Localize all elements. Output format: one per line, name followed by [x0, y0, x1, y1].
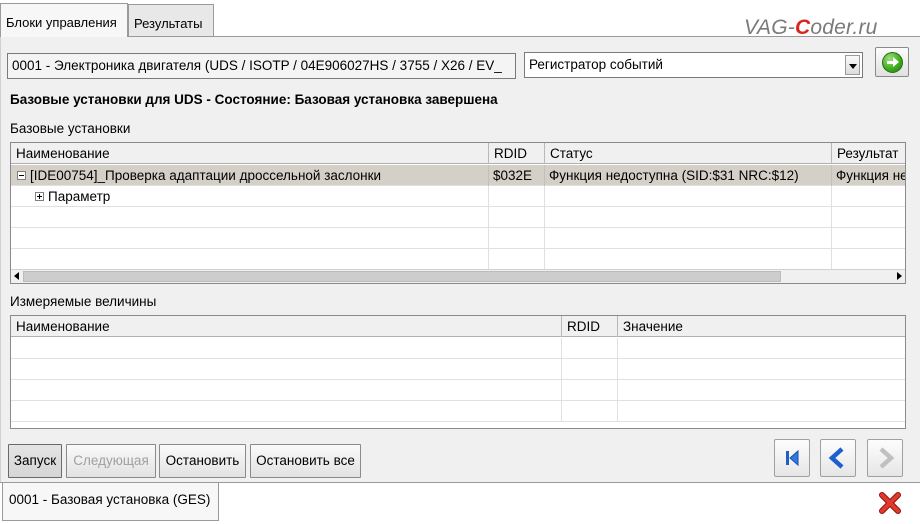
empty-row	[11, 249, 905, 270]
column-header-name[interactable]: Наименование	[11, 143, 489, 164]
next-button[interactable]	[867, 439, 903, 477]
ecu-field[interactable]: 0001 - Электроника двигателя (UDS / ISOT…	[7, 53, 516, 79]
grid-header: Наименование RDID Статус Результат	[11, 143, 905, 164]
scroll-thumb[interactable]	[23, 271, 781, 282]
stop-button[interactable]: Остановить	[159, 444, 246, 478]
status-text: Базовые установки для UDS - Состояние: Б…	[10, 92, 498, 107]
next-icon	[879, 447, 895, 469]
row-rdid: $032E	[489, 165, 545, 186]
scroll-left-icon[interactable]	[14, 272, 19, 280]
row-name: Параметр	[11, 186, 489, 207]
row-status: Функция недоступна (SID:$31 NRC:$12)	[545, 165, 832, 186]
red-x-close-icon[interactable]	[878, 491, 902, 515]
expand-icon[interactable]	[35, 191, 44, 201]
basic-settings-grid: Наименование RDID Статус Результат [IDE0…	[10, 142, 906, 284]
mode-select[interactable]: Регистратор событий	[524, 52, 863, 78]
basic-settings-label: Базовые установки	[10, 121, 131, 136]
empty-row	[11, 380, 905, 401]
tab-results[interactable]: Результаты	[128, 4, 214, 37]
empty-row	[11, 338, 905, 359]
column-header-value[interactable]: Значение	[618, 316, 905, 337]
tab-label: 0001 - Базовая установка (GES)	[9, 492, 211, 507]
column-header-status[interactable]: Статус	[545, 143, 832, 164]
row-result	[832, 186, 905, 207]
chevron-down-icon[interactable]	[845, 55, 860, 75]
scroll-right-icon[interactable]	[897, 272, 902, 280]
tab-basic-setting[interactable]: 0001 - Базовая установка (GES)	[2, 483, 219, 521]
row-name: [IDE00754]_Проверка адаптации дроссельно…	[11, 165, 489, 186]
column-header-name[interactable]: Наименование	[11, 316, 562, 337]
empty-row	[11, 228, 905, 249]
table-row[interactable]: [IDE00754]_Проверка адаптации дроссельно…	[11, 165, 906, 186]
empty-row	[11, 401, 905, 422]
empty-row	[11, 207, 905, 228]
row-rdid	[489, 186, 545, 207]
row-status	[545, 186, 832, 207]
row-result: Функция не	[836, 168, 906, 183]
grid-header: Наименование RDID Значение	[11, 316, 905, 337]
empty-row	[11, 359, 905, 380]
column-header-rdid[interactable]: RDID	[562, 316, 618, 337]
stop-all-button[interactable]: Остановить все	[250, 444, 361, 478]
first-page-icon	[786, 449, 799, 467]
tab-label: Блоки управления	[6, 15, 117, 30]
first-page-button[interactable]	[774, 439, 810, 477]
go-button[interactable]	[875, 47, 909, 77]
table-row[interactable]: Параметр	[11, 186, 905, 207]
start-button[interactable]: Запуск	[8, 444, 62, 478]
measured-values-label: Измеряемые величины	[10, 294, 157, 309]
collapse-icon[interactable]	[17, 170, 26, 180]
previous-button[interactable]	[820, 439, 856, 477]
column-header-result[interactable]: Результат	[832, 143, 905, 164]
previous-icon	[828, 447, 844, 469]
tab-control-units[interactable]: Блоки управления	[0, 3, 128, 37]
column-header-rdid[interactable]: RDID	[489, 143, 545, 164]
green-arrow-right-icon	[882, 52, 903, 73]
next-step-button[interactable]: Следующая	[66, 444, 156, 478]
bottom-tab-bar: 0001 - Базовая установка (GES)	[0, 482, 920, 524]
horizontal-scrollbar[interactable]	[11, 269, 905, 283]
measured-values-grid: Наименование RDID Значение	[10, 315, 906, 429]
mode-select-value: Регистратор событий	[529, 57, 663, 72]
tab-label: Результаты	[134, 16, 203, 31]
tab-strip: Блоки управления Результаты VAG-Coder.ru	[0, 0, 920, 39]
